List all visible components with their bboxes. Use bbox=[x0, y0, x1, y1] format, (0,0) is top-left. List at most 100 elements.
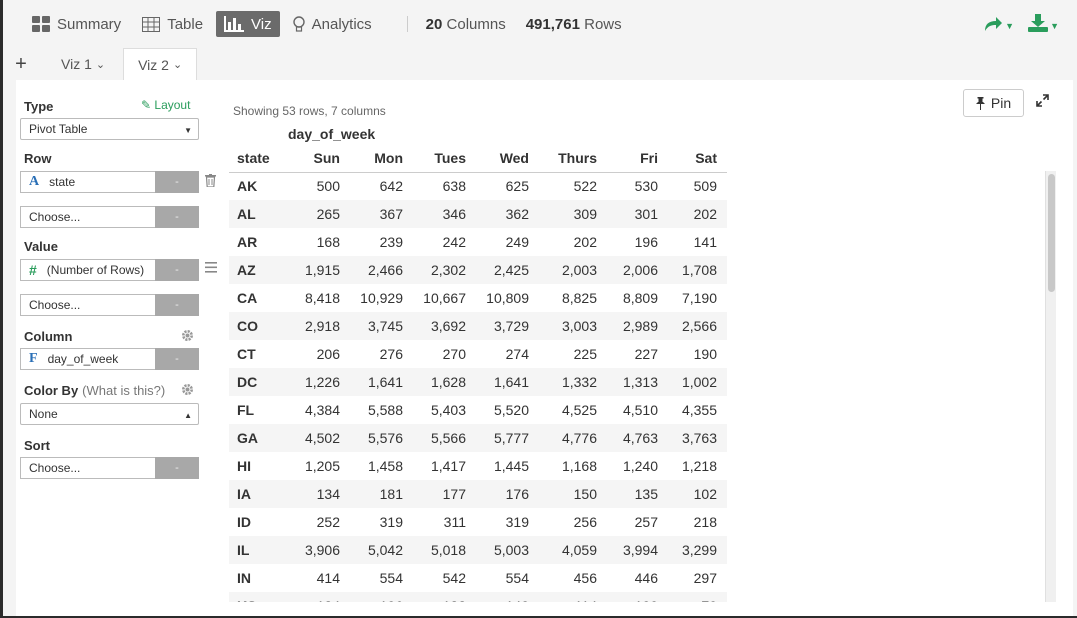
count-cell: 190 bbox=[693, 346, 717, 362]
count-cell: 2,003 bbox=[539, 256, 607, 284]
toolbar-divider bbox=[406, 16, 408, 32]
count-cell: 3,299 bbox=[668, 536, 727, 564]
count-cell: 1,168 bbox=[561, 458, 597, 474]
tab-viz1[interactable]: Viz 1 ⌄ bbox=[47, 48, 119, 80]
state-cell: IN bbox=[237, 570, 251, 586]
count-cell: 270 bbox=[442, 346, 466, 362]
pivot-header-row: state Sun Mon Tues Wed Thurs Fri Sat bbox=[229, 144, 727, 173]
state-cell: KS bbox=[229, 592, 283, 602]
pivot-table: state Sun Mon Tues Wed Thurs Fri Sat AK 5… bbox=[229, 144, 727, 602]
count-cell: 176 bbox=[476, 480, 539, 508]
count-cell: 2,989 bbox=[607, 312, 668, 340]
share-button[interactable]: ▼ bbox=[983, 14, 1014, 37]
count-cell: 554 bbox=[505, 570, 529, 586]
count-cell: 182 bbox=[413, 592, 476, 602]
table-row: HI 1,205 1,458 1,417 1,445 1,168 1,240 1,218 bbox=[229, 452, 727, 480]
count-cell: 5,520 bbox=[493, 402, 529, 418]
count-cell: 301 bbox=[607, 200, 668, 228]
count-cell: 4,525 bbox=[561, 402, 597, 418]
count-cell: 196 bbox=[350, 592, 413, 602]
columns-count: 20 Columns bbox=[425, 15, 506, 33]
count-cell: 4,384 bbox=[304, 402, 340, 418]
count-cell: 1,915 bbox=[283, 256, 350, 284]
count-cell: 414 bbox=[316, 570, 340, 586]
count-cell: 625 bbox=[505, 178, 529, 195]
nav-analytics-button[interactable]: Analytics bbox=[285, 11, 380, 37]
count-cell: 10,929 bbox=[360, 290, 403, 306]
count-cell: 1,226 bbox=[283, 368, 350, 396]
nav-table-button[interactable]: Table bbox=[134, 11, 211, 37]
count-cell: 114 bbox=[539, 592, 607, 602]
count-cell: 134 bbox=[283, 480, 350, 508]
count-cell: 1,708 bbox=[668, 256, 727, 284]
count-cell: 4,059 bbox=[539, 536, 607, 564]
chevron-down-icon: ▼ bbox=[1005, 20, 1015, 31]
table-row: CT 206 276 270 274 225 227 190 bbox=[229, 340, 727, 368]
count-cell: 257 bbox=[634, 514, 658, 530]
count-cell: 141 bbox=[693, 234, 717, 250]
pivot-table-viewport: day_of_week state Sun Mon Tues Wed Thurs… bbox=[16, 80, 1073, 602]
app-window: Summary Table Viz Analytics 20 Columns 4… bbox=[3, 0, 1077, 616]
count-cell: 196 bbox=[634, 234, 658, 250]
nav-viz-button[interactable]: Viz bbox=[216, 11, 280, 37]
count-cell: 177 bbox=[413, 480, 476, 508]
bar-chart-icon bbox=[224, 16, 245, 32]
count-cell: 249 bbox=[505, 234, 529, 250]
count-cell: 202 bbox=[573, 234, 597, 250]
scrollbar-thumb[interactable] bbox=[1048, 174, 1055, 292]
count-cell: 5,777 bbox=[476, 424, 539, 452]
count-cell: 4,510 bbox=[622, 402, 658, 418]
count-cell: 642 bbox=[379, 178, 403, 195]
chevron-down-icon: ⌄ bbox=[172, 59, 183, 71]
count-cell: 362 bbox=[476, 200, 539, 228]
count-cell: 10,809 bbox=[486, 290, 529, 306]
add-tab-button[interactable]: + bbox=[3, 48, 39, 80]
count-cell: 500 bbox=[316, 178, 340, 195]
count-cell: 1,641 bbox=[350, 368, 413, 396]
count-cell: 140 bbox=[476, 592, 539, 602]
count-cell: 1,458 bbox=[367, 458, 403, 474]
count-cell: 456 bbox=[573, 570, 597, 586]
count-cell: 239 bbox=[379, 234, 403, 250]
tab-viz2[interactable]: Viz 2 ⌄ bbox=[123, 48, 198, 80]
vertical-scrollbar[interactable] bbox=[1045, 171, 1056, 602]
count-cell: 4,763 bbox=[607, 424, 668, 452]
state-cell: AK bbox=[237, 178, 258, 195]
state-header: state bbox=[229, 144, 283, 173]
table-row: FL 4,384 5,588 5,403 5,520 4,525 4,510 4,355 bbox=[229, 396, 727, 424]
count-cell: 1,240 bbox=[622, 458, 658, 474]
state-cell: CT bbox=[237, 346, 256, 362]
table-row: IL 3,906 5,042 5,018 5,003 4,059 3,994 3,299 bbox=[229, 536, 727, 564]
count-cell: 3,994 bbox=[607, 536, 668, 564]
count-cell: 367 bbox=[350, 200, 413, 228]
count-cell: 346 bbox=[413, 200, 476, 228]
state-cell: AZ bbox=[229, 256, 283, 284]
count-cell: 202 bbox=[668, 200, 727, 228]
count-cell: 7,190 bbox=[681, 290, 717, 306]
top-toolbar: Summary Table Viz Analytics 20 Columns 4… bbox=[3, 0, 1077, 48]
count-cell: 554 bbox=[379, 570, 403, 586]
lightbulb-icon bbox=[292, 15, 305, 33]
count-cell: 4,355 bbox=[681, 402, 717, 418]
nav-summary-button[interactable]: Summary bbox=[24, 11, 129, 37]
count-cell: 5,018 bbox=[413, 536, 476, 564]
count-cell: 1,641 bbox=[476, 368, 539, 396]
count-cell: 2,302 bbox=[413, 256, 476, 284]
pivot-column-header: day_of_week bbox=[288, 126, 376, 142]
count-cell: 319 bbox=[505, 514, 529, 530]
count-cell: 5,403 bbox=[430, 402, 466, 418]
chevron-down-icon: ⌄ bbox=[95, 58, 106, 71]
state-cell: FL bbox=[237, 402, 255, 418]
count-cell: 274 bbox=[505, 346, 529, 362]
count-cell: 509 bbox=[693, 178, 717, 195]
tab-viz2-label: Viz 2 bbox=[138, 56, 169, 73]
count-cell: 1,218 bbox=[681, 458, 717, 474]
table-row: AK 500 642 638 625 522 530 509 bbox=[229, 172, 727, 200]
count-cell: 5,042 bbox=[350, 536, 413, 564]
download-button[interactable]: ▼ bbox=[1028, 14, 1059, 37]
count-cell: 265 bbox=[283, 200, 350, 228]
count-cell: 109 bbox=[607, 592, 668, 602]
count-cell: 227 bbox=[634, 346, 658, 362]
count-cell: 297 bbox=[693, 570, 717, 586]
count-cell: 2,006 bbox=[607, 256, 668, 284]
